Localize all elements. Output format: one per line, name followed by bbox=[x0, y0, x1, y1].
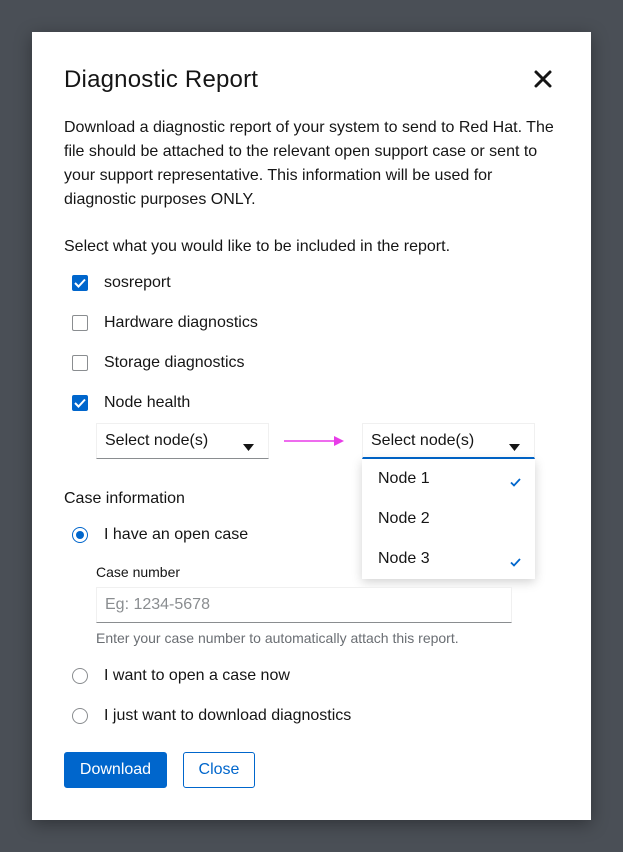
option-node-health[interactable]: Node health bbox=[72, 392, 190, 414]
radio-open-case-now[interactable]: I want to open a case now bbox=[72, 665, 290, 687]
option-hardware-diagnostics[interactable]: Hardware diagnostics bbox=[72, 312, 258, 334]
radio-download-only[interactable]: I just want to download diagnostics bbox=[72, 705, 351, 727]
annotation-arrow-icon bbox=[284, 434, 346, 453]
radio-selected-icon[interactable] bbox=[72, 527, 88, 543]
option-label: Node health bbox=[104, 394, 191, 411]
modal-title: Diagnostic Report bbox=[64, 66, 259, 93]
radio-label: I just want to download diagnostics bbox=[104, 707, 352, 724]
radio-label: I have an open case bbox=[104, 526, 249, 543]
menu-item-node-2[interactable]: Node 2 bbox=[362, 499, 535, 539]
option-label: sosreport bbox=[104, 274, 171, 291]
caret-down-icon bbox=[509, 438, 520, 456]
caret-down-icon bbox=[243, 438, 254, 456]
check-icon bbox=[510, 554, 521, 572]
checkbox-unchecked-icon[interactable] bbox=[72, 315, 88, 331]
check-icon bbox=[510, 474, 521, 492]
menu-item-label: Node 3 bbox=[378, 550, 430, 567]
checkbox-checked-icon[interactable] bbox=[72, 275, 88, 291]
radio-unselected-icon[interactable] bbox=[72, 708, 88, 724]
option-sosreport[interactable]: sosreport bbox=[72, 272, 171, 294]
node-select-label: Select node(s) bbox=[371, 431, 475, 449]
menu-item-node-3[interactable]: Node 3 bbox=[362, 539, 535, 579]
menu-item-node-1[interactable]: Node 1 bbox=[362, 459, 535, 499]
case-information-heading: Case information bbox=[64, 490, 185, 507]
modal-description: Download a diagnostic report of your sys… bbox=[64, 119, 554, 208]
radio-label: I want to open a case now bbox=[104, 667, 290, 684]
node-select-open[interactable]: Select node(s) bbox=[362, 423, 535, 459]
case-number-label: Case number bbox=[96, 564, 181, 580]
close-button[interactable]: Close bbox=[183, 752, 255, 788]
diagnostic-report-modal: Diagnostic Report Download a diagnostic … bbox=[32, 32, 591, 820]
selection-prompt: Select what you would like to be include… bbox=[64, 238, 451, 255]
option-storage-diagnostics[interactable]: Storage diagnostics bbox=[72, 352, 245, 374]
case-number-helper: Enter your case number to automatically … bbox=[96, 630, 459, 646]
option-label: Storage diagnostics bbox=[104, 354, 245, 371]
case-number-input[interactable] bbox=[96, 587, 512, 623]
menu-item-label: Node 1 bbox=[378, 470, 430, 487]
close-icon[interactable] bbox=[532, 68, 554, 90]
checkbox-checked-icon[interactable] bbox=[72, 395, 88, 411]
menu-item-label: Node 2 bbox=[378, 510, 430, 527]
checkbox-unchecked-icon[interactable] bbox=[72, 355, 88, 371]
radio-unselected-icon[interactable] bbox=[72, 668, 88, 684]
download-button[interactable]: Download bbox=[64, 752, 167, 788]
option-label: Hardware diagnostics bbox=[104, 314, 258, 331]
node-select-menu: Node 1 Node 2 Node 3 bbox=[362, 459, 535, 579]
radio-open-case[interactable]: I have an open case bbox=[72, 524, 248, 546]
node-select-label: Select node(s) bbox=[105, 432, 209, 449]
node-select-closed[interactable]: Select node(s) bbox=[96, 423, 269, 459]
